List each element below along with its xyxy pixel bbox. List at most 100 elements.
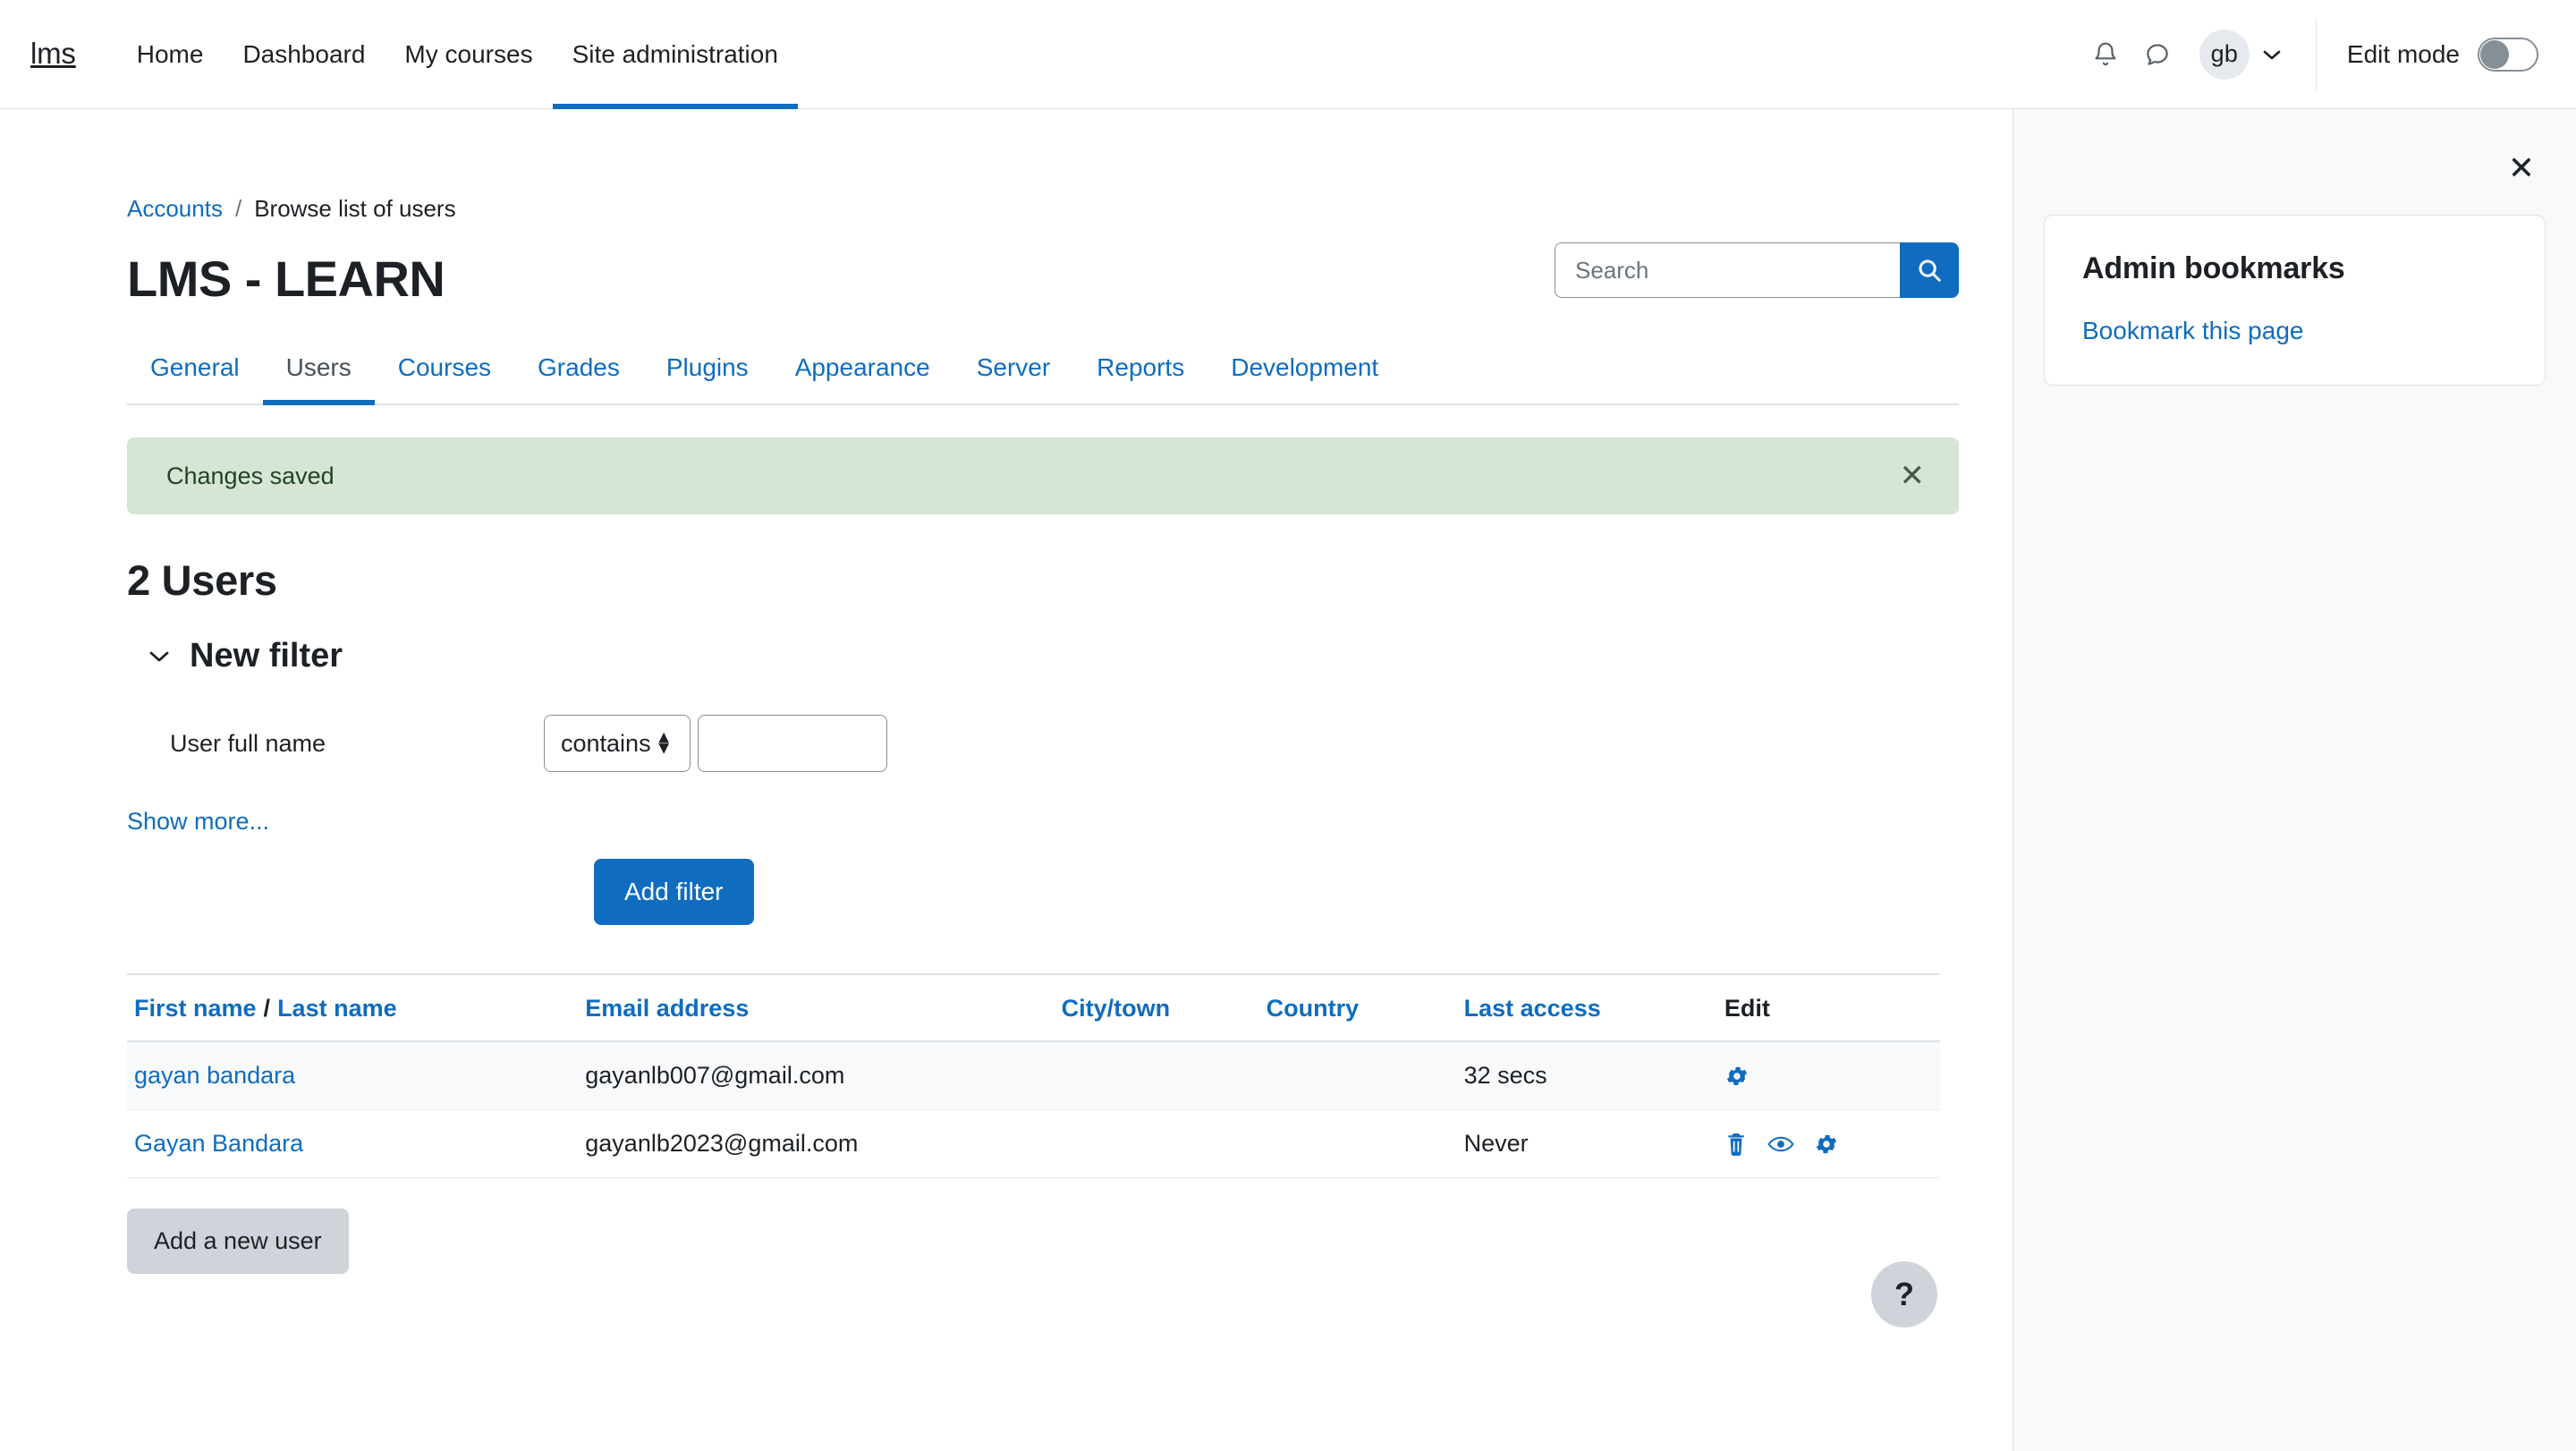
sort-first-name-link[interactable]: First name — [134, 995, 257, 1022]
breadcrumb-separator: / — [234, 195, 242, 222]
success-alert: Changes saved ✕ — [127, 437, 1959, 514]
nav-item-home[interactable]: Home — [117, 0, 224, 109]
page-title: LMS - LEARN — [127, 250, 445, 308]
breadcrumb-item-accounts[interactable]: Accounts — [127, 195, 223, 223]
cell-last-access: 32 secs — [1463, 1041, 1724, 1110]
cell-edit-actions — [1724, 1041, 1940, 1110]
edit-mode-switch-knob — [2480, 39, 2509, 69]
cell-edit-actions — [1724, 1109, 1940, 1178]
alert-close-button[interactable]: ✕ — [1900, 461, 1926, 491]
breadcrumb-item-current: Browse list of users — [254, 195, 456, 222]
column-header-country[interactable]: Country — [1266, 973, 1464, 1042]
show-more-link[interactable]: Show more... — [127, 808, 269, 836]
row-actions — [1724, 1132, 1940, 1157]
add-filter-button[interactable]: Add filter — [594, 859, 754, 925]
alert-message: Changes saved — [166, 462, 335, 489]
page-body: Accounts / Browse list of users LMS - LE… — [0, 109, 2576, 1451]
edit-mode-switch[interactable] — [2478, 37, 2538, 72]
main-content: Accounts / Browse list of users LMS - LE… — [0, 109, 2012, 1451]
cell-name: Gayan Bandara — [127, 1109, 586, 1178]
cell-country — [1266, 1109, 1464, 1178]
tab-reports[interactable]: Reports — [1073, 337, 1208, 403]
nav-item-my-courses[interactable]: My courses — [385, 0, 552, 109]
new-filter-toggle[interactable]: New filter — [127, 637, 1959, 675]
sort-country-link[interactable]: Country — [1267, 995, 1360, 1022]
nav-item-site-administration[interactable]: Site administration — [552, 0, 799, 109]
navbar-right-group: gb Edit mode — [2080, 0, 2538, 108]
tab-grades[interactable]: Grades — [514, 337, 643, 403]
edit-mode-label: Edit mode — [2346, 39, 2460, 68]
breadcrumb: Accounts / Browse list of users — [127, 109, 1959, 223]
column-header-last-access[interactable]: Last access — [1463, 973, 1724, 1042]
gear-icon[interactable] — [1724, 1064, 1750, 1089]
tab-general[interactable]: General — [127, 337, 263, 403]
top-navbar: lms Home Dashboard My courses Site admin… — [0, 0, 2576, 109]
tab-development[interactable]: Development — [1208, 337, 1402, 403]
column-header-name: First name / Last name — [127, 973, 586, 1042]
user-menu[interactable]: gb — [2199, 29, 2282, 80]
filter-value-input[interactable] — [698, 715, 887, 772]
cell-email: gayanlb007@gmail.com — [585, 1041, 1062, 1110]
chevron-down-icon — [2262, 48, 2282, 61]
table-row: Gayan Bandara gayanlb2023@gmail.com Neve… — [127, 1109, 1940, 1178]
filter-row-user-full-name: User full name contains ▲ ▼ — [127, 715, 1959, 772]
new-filter-title: New filter — [190, 637, 343, 675]
close-icon[interactable]: ✕ — [2508, 152, 2535, 184]
sort-city-link[interactable]: City/town — [1062, 995, 1171, 1022]
edit-mode-toggle[interactable]: Edit mode — [2346, 37, 2538, 72]
users-count-heading: 2 Users — [127, 556, 277, 604]
cell-country — [1266, 1041, 1464, 1110]
admin-bookmarks-card: Admin bookmarks Bookmark this page — [2044, 215, 2546, 386]
sort-email-link[interactable]: Email address — [585, 995, 749, 1022]
admin-bookmarks-title: Admin bookmarks — [2082, 251, 2345, 285]
admin-tabs: General Users Courses Grades Plugins App… — [127, 337, 1959, 405]
tab-users[interactable]: Users — [262, 337, 375, 405]
tab-server[interactable]: Server — [953, 337, 1073, 403]
tab-plugins[interactable]: Plugins — [643, 337, 772, 403]
search-input[interactable] — [1555, 242, 1900, 298]
users-table-body: gayan bandara gayanlb007@gmail.com 32 se… — [127, 1041, 1940, 1178]
cell-city — [1061, 1041, 1267, 1110]
tab-courses[interactable]: Courses — [375, 337, 514, 403]
search-group — [1555, 242, 1959, 298]
cell-email: gayanlb2023@gmail.com — [585, 1109, 1062, 1178]
row-actions — [1724, 1064, 1940, 1089]
table-header-row: First name / Last name Email address City/… — [127, 973, 1940, 1042]
cell-city — [1061, 1109, 1267, 1178]
users-table-head: First name / Last name Email address City/… — [127, 973, 1940, 1042]
primary-navigation: Home Dashboard My courses Site administr… — [117, 0, 799, 109]
search-button[interactable] — [1900, 242, 1959, 298]
bookmark-this-page-link[interactable]: Bookmark this page — [2082, 317, 2303, 345]
chat-bubble-icon[interactable] — [2131, 29, 2183, 81]
tab-appearance[interactable]: Appearance — [772, 337, 953, 403]
sort-last-access-link[interactable]: Last access — [1464, 995, 1601, 1022]
table-row: gayan bandara gayanlb007@gmail.com 32 se… — [127, 1041, 1940, 1110]
column-header-email[interactable]: Email address — [585, 973, 1062, 1042]
trash-icon[interactable] — [1724, 1132, 1748, 1157]
add-filter-row: Add filter — [127, 859, 1959, 925]
help-button[interactable]: ? — [1871, 1261, 1937, 1328]
column-header-edit: Edit — [1724, 973, 1940, 1042]
chevron-down-icon — [148, 649, 170, 663]
add-new-user-button[interactable]: Add a new user — [127, 1209, 349, 1274]
filter-operator-select[interactable]: contains — [544, 715, 691, 772]
filter-operator-wrapper: contains ▲ ▼ — [544, 715, 691, 772]
admin-bookmarks-drawer: ✕ Admin bookmarks Bookmark this page — [2012, 109, 2576, 1451]
navbar-divider — [2315, 19, 2317, 89]
filter-label-user-full-name: User full name — [170, 729, 326, 757]
nav-item-dashboard[interactable]: Dashboard — [223, 0, 385, 109]
user-profile-link[interactable]: gayan bandara — [134, 1062, 295, 1089]
sort-last-name-link[interactable]: Last name — [277, 995, 397, 1022]
column-header-city[interactable]: City/town — [1061, 973, 1267, 1042]
avatar: gb — [2199, 29, 2250, 80]
eye-icon[interactable] — [1767, 1133, 1794, 1155]
cell-last-access: Never — [1463, 1109, 1724, 1178]
name-separator: / — [263, 995, 271, 1022]
bell-icon[interactable] — [2080, 29, 2131, 81]
user-profile-link[interactable]: Gayan Bandara — [134, 1130, 303, 1157]
cell-name: gayan bandara — [127, 1041, 586, 1110]
site-logo[interactable]: lms — [30, 38, 76, 70]
users-table: First name / Last name Email address City/… — [127, 973, 1940, 1178]
gear-icon[interactable] — [1814, 1132, 1839, 1157]
title-row: LMS - LEARN — [127, 242, 1959, 307]
